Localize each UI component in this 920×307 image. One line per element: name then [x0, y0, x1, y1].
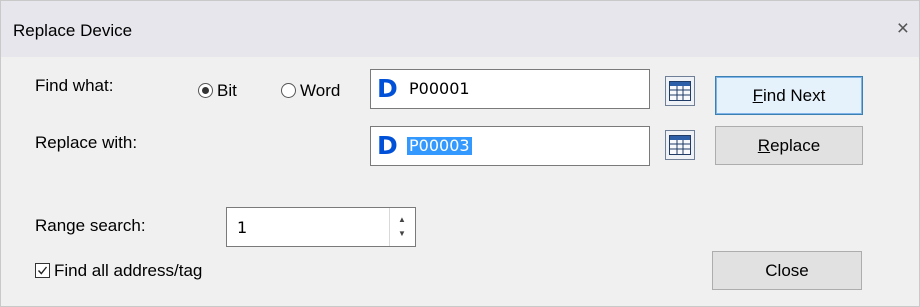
find-next-label: ind Next [763, 86, 826, 105]
find-all-label[interactable]: Find all address/tag [54, 261, 202, 281]
replace-device-dialog: Replace Device × Find what: Bit Word D P… [0, 0, 920, 307]
find-what-label: Find what: [35, 76, 114, 95]
range-search-value[interactable]: 1 [237, 218, 247, 237]
device-type-icon: D [377, 131, 398, 160]
radio-bit[interactable] [198, 83, 213, 98]
replace-button[interactable]: Replace [715, 126, 863, 165]
device-type-icon: D [377, 74, 398, 103]
find-all-checkbox[interactable] [35, 263, 50, 278]
radio-bit-label[interactable]: Bit [217, 81, 237, 101]
find-device-table-button[interactable] [665, 76, 695, 106]
dialog-title: Replace Device [13, 21, 133, 40]
replace-label: eplace [770, 136, 821, 155]
spin-up-icon[interactable]: ▲ [398, 216, 406, 224]
radio-word-label[interactable]: Word [300, 81, 340, 101]
checkmark-icon [37, 266, 48, 275]
table-grid-icon [669, 81, 691, 101]
find-next-button[interactable]: Find Next [715, 76, 863, 115]
replace-with-label: Replace with: [35, 133, 138, 152]
title-bar: Replace Device × [1, 1, 919, 57]
range-search-label: Range search: [35, 216, 146, 235]
range-search-spinbox[interactable]: 1 ▲ ▼ [226, 207, 416, 247]
find-device-value[interactable]: P00001 [409, 80, 470, 98]
radio-word[interactable] [281, 83, 296, 98]
table-grid-icon [669, 135, 691, 155]
replace-device-field[interactable]: D P00003 [370, 126, 650, 166]
spin-down-icon[interactable]: ▼ [398, 230, 406, 238]
replace-mnemonic: R [757, 136, 771, 155]
find-device-field[interactable]: D P00001 [370, 69, 650, 109]
replace-device-table-button[interactable] [665, 130, 695, 160]
close-icon[interactable]: × [897, 18, 909, 39]
find-next-mnemonic: F [752, 86, 763, 105]
replace-device-value[interactable]: P00003 [407, 137, 472, 155]
spin-buttons: ▲ ▼ [389, 208, 415, 246]
close-button[interactable]: Close [712, 251, 862, 290]
